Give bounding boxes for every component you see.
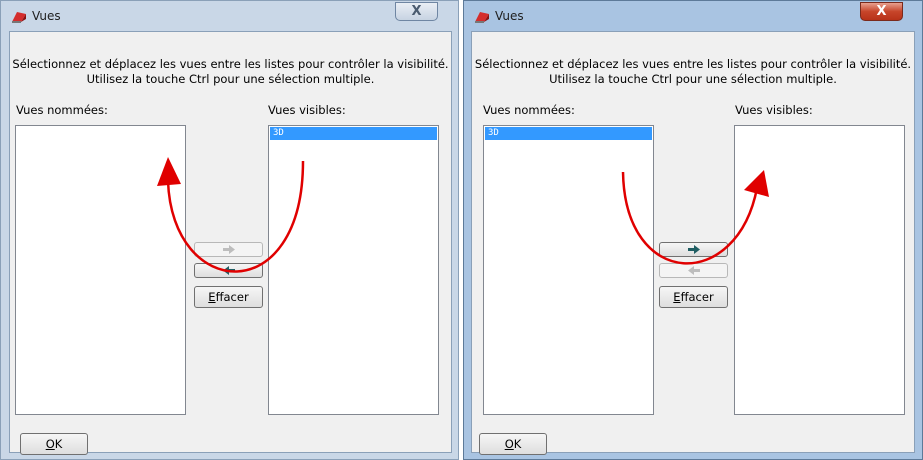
curved-arrow-annotation [157, 157, 305, 273]
annotation-layer [157, 157, 769, 273]
curved-arrow-annotation [621, 170, 769, 265]
